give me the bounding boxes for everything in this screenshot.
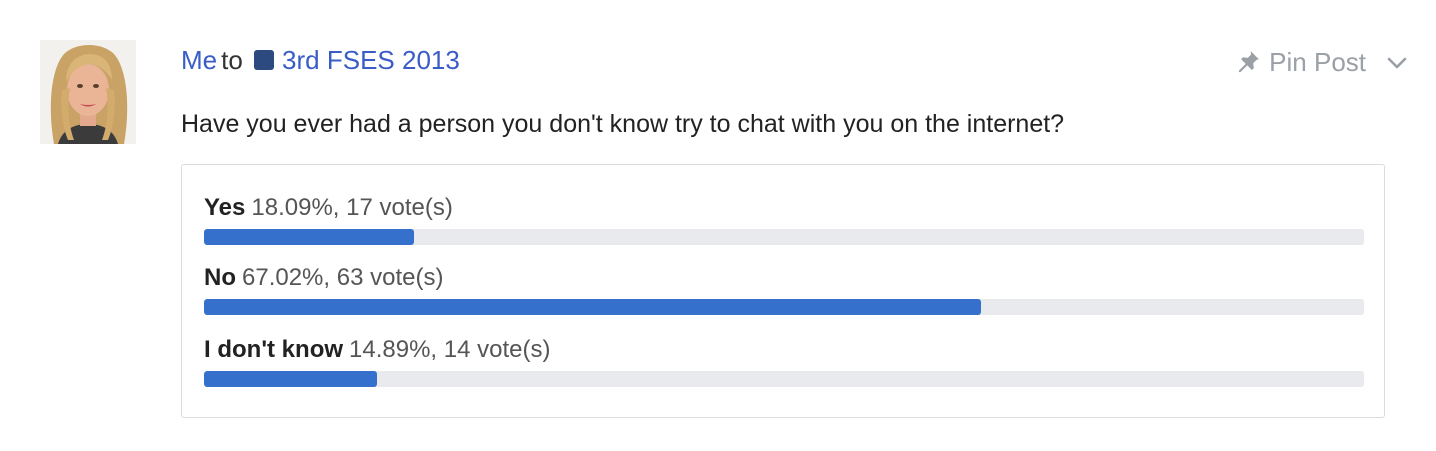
- chevron-down-icon[interactable]: [1384, 52, 1410, 74]
- poll-option-stats: 18.09%, 17 vote(s): [251, 194, 453, 221]
- pushpin-icon: [1239, 51, 1260, 73]
- poll-bar-track[interactable]: [204, 229, 1364, 245]
- group-name: 3rd FSES 2013: [282, 45, 460, 75]
- poll-option-dont-know[interactable]: I don't know 14.89%, 14 vote(s): [204, 335, 1366, 387]
- poll-option-text[interactable]: Yes 18.09%, 17 vote(s): [204, 193, 1366, 223]
- poll-option-label: Yes: [204, 194, 246, 221]
- pin-post-button[interactable]: Pin Post: [1235, 46, 1366, 78]
- avatar[interactable]: [40, 40, 136, 144]
- author-link[interactable]: Me: [181, 45, 217, 75]
- poll-question: Have you ever had a person you don't kno…: [181, 110, 1065, 138]
- poll-option-text[interactable]: I don't know 14.89%, 14 vote(s): [204, 335, 1366, 365]
- group-link[interactable]: 3rd FSES 2013: [254, 45, 460, 75]
- pin-post-label: Pin Post: [1269, 47, 1366, 77]
- post-header: Me to 3rd FSES 2013: [181, 44, 460, 76]
- poll-bar-track[interactable]: [204, 299, 1364, 315]
- poll-option-no[interactable]: No 67.02%, 63 vote(s): [204, 263, 1366, 315]
- poll-option-label: No: [204, 264, 236, 291]
- poll-bar-fill: [204, 371, 377, 387]
- to-label: to: [221, 45, 243, 75]
- avatar-image: [40, 40, 136, 144]
- poll-results: Yes 18.09%, 17 vote(s) No 67.02%, 63 vote(…: [181, 164, 1385, 418]
- poll-option-text[interactable]: No 67.02%, 63 vote(s): [204, 263, 1366, 293]
- poll-bar-fill: [204, 229, 414, 245]
- group-square-icon: [254, 50, 275, 70]
- poll-bar-track[interactable]: [204, 371, 1364, 387]
- poll-option-label: I don't know: [204, 336, 344, 363]
- poll-option-stats: 14.89%, 14 vote(s): [349, 336, 551, 363]
- poll-bar-fill: [204, 299, 982, 315]
- poll-option-yes[interactable]: Yes 18.09%, 17 vote(s): [204, 193, 1366, 245]
- poll-option-stats: 67.02%, 63 vote(s): [242, 264, 444, 291]
